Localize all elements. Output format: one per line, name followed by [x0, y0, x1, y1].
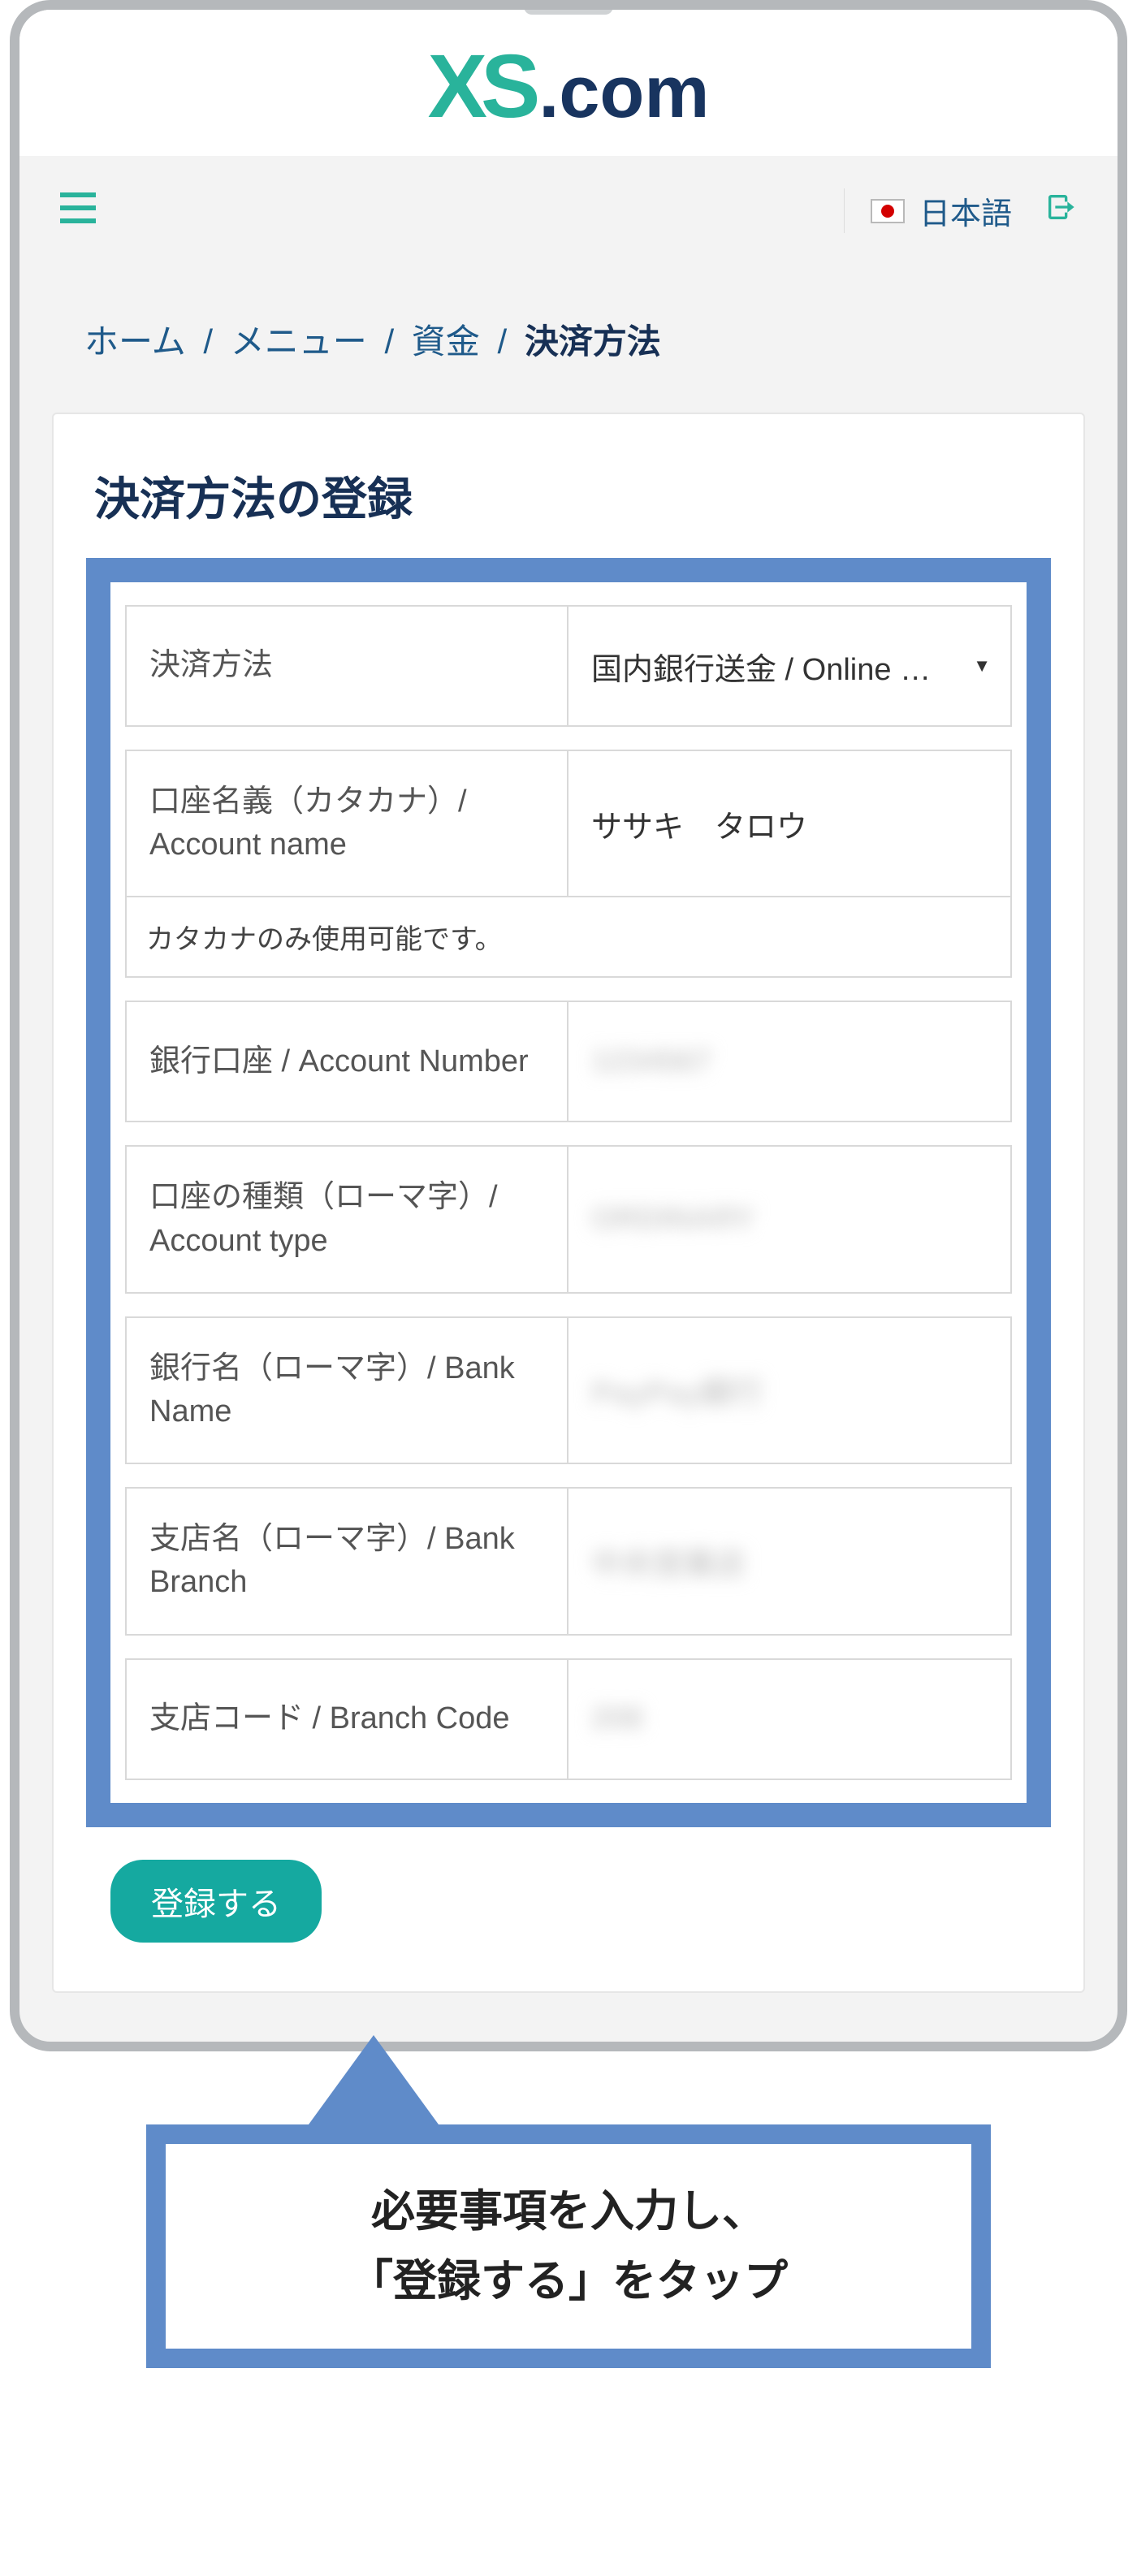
logo: XS .com	[428, 42, 710, 132]
input-account-name[interactable]: ササキ タロウ	[568, 751, 1010, 896]
logout-icon[interactable]	[1044, 191, 1077, 231]
highlight-frame: 決済方法 国内銀行送金 / Online … 口座名義（カタカナ）/ Accou…	[86, 558, 1051, 1827]
card: 決済方法の登録 決済方法 国内銀行送金 / Online … 口座名義（カタカナ…	[52, 413, 1085, 1993]
input-bank-branch[interactable]: 中央営業店	[568, 1489, 1010, 1633]
flag-japan-icon	[871, 199, 905, 223]
hint-account-name: カタカナのみ使用可能です。	[125, 897, 1012, 978]
topbar-right: 日本語	[844, 188, 1077, 233]
language-selector[interactable]: 日本語	[844, 188, 1012, 233]
language-label: 日本語	[919, 188, 1012, 233]
label-branch-code: 支店コード / Branch Code	[127, 1660, 568, 1779]
input-account-number[interactable]: 1234567	[568, 1002, 1010, 1121]
device-frame: XS .com 日本語 ホーム / メニュー / 資金 / 決済方法 決済方法の…	[10, 0, 1127, 2051]
breadcrumb-sep: /	[384, 322, 394, 361]
menu-icon[interactable]	[60, 192, 96, 231]
input-account-type[interactable]: ORDINARY	[568, 1147, 1010, 1291]
breadcrumb-current: 決済方法	[525, 322, 661, 361]
speaker-slot	[524, 3, 613, 15]
row-bank-name: 銀行名（ローマ字）/ Bank Name PayPay銀行	[125, 1316, 1012, 1464]
logo-xs-text: XS	[428, 42, 534, 132]
callout: 必要事項を入力し、 「登録する」をタップ	[146, 2035, 991, 2369]
label-bank-name: 銀行名（ローマ字）/ Bank Name	[127, 1318, 568, 1463]
row-method: 決済方法 国内銀行送金 / Online …	[125, 605, 1012, 727]
callout-box: 必要事項を入力し、 「登録する」をタップ	[146, 2124, 991, 2369]
breadcrumb-sep: /	[203, 322, 213, 361]
row-branch-code: 支店コード / Branch Code 208	[125, 1658, 1012, 1780]
label-account-number: 銀行口座 / Account Number	[127, 1002, 568, 1121]
row-account-type: 口座の種類（ローマ字）/ Account type ORDINARY	[125, 1145, 1012, 1293]
breadcrumb: ホーム / メニュー / 資金 / 決済方法	[19, 266, 1118, 380]
logo-com-text: .com	[538, 56, 709, 129]
input-bank-name[interactable]: PayPay銀行	[568, 1318, 1010, 1463]
breadcrumb-home[interactable]: ホーム	[84, 322, 186, 361]
row-bank-branch: 支店名（ローマ字）/ Bank Branch 中央営業店	[125, 1487, 1012, 1635]
label-account-name: 口座名義（カタカナ）/ Account name	[127, 751, 568, 896]
row-account-name: 口座名義（カタカナ）/ Account name ササキ タロウ	[125, 750, 1012, 897]
label-account-type: 口座の種類（ローマ字）/ Account type	[127, 1147, 568, 1291]
label-method: 決済方法	[127, 607, 568, 725]
submit-wrap: 登録する	[86, 1843, 322, 1943]
callout-line1: 必要事項を入力し、	[198, 2176, 939, 2246]
breadcrumb-menu[interactable]: メニュー	[231, 322, 367, 361]
input-branch-code[interactable]: 208	[568, 1660, 1010, 1779]
row-account-number: 銀行口座 / Account Number 1234567	[125, 1001, 1012, 1122]
callout-arrow-icon	[309, 2035, 439, 2124]
breadcrumb-sep: /	[497, 322, 507, 361]
select-method[interactable]: 国内銀行送金 / Online …	[568, 607, 1010, 725]
submit-button[interactable]: 登録する	[110, 1860, 322, 1943]
callout-line2: 「登録する」をタップ	[198, 2246, 939, 2316]
logo-bar: XS .com	[19, 10, 1118, 156]
card-title: 決済方法の登録	[86, 447, 1051, 558]
breadcrumb-funds[interactable]: 資金	[412, 322, 480, 361]
topbar: 日本語	[19, 156, 1118, 266]
label-bank-branch: 支店名（ローマ字）/ Bank Branch	[127, 1489, 568, 1633]
